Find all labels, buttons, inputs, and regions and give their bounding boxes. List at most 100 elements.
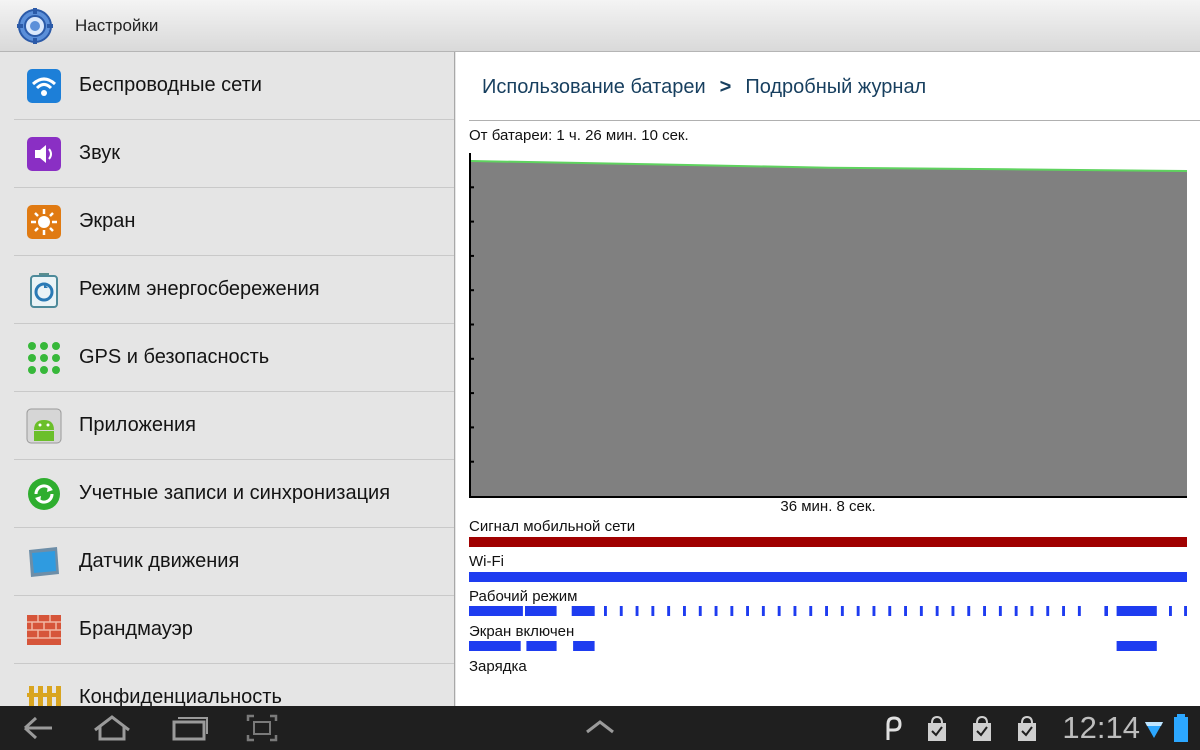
- sidebar-item-applications[interactable]: Приложения: [14, 392, 454, 460]
- track-segment: [777, 606, 781, 616]
- track-segment: [983, 606, 986, 616]
- track-segment: [525, 606, 557, 616]
- track-segment: [761, 606, 765, 616]
- breadcrumb-separator: >: [719, 76, 732, 98]
- title-bar: Настройки: [0, 0, 1200, 52]
- track-segment: [840, 606, 844, 616]
- sidebar-item-label: Брандмауэр: [79, 618, 193, 640]
- track-segment: [904, 606, 907, 616]
- track-segment: [809, 606, 813, 616]
- track-segment: [919, 606, 923, 616]
- track-segment: [469, 572, 1187, 582]
- sidebar-item-accounts-sync[interactable]: Учетные записи и синхронизация: [14, 460, 454, 528]
- track-segment: [1046, 606, 1050, 616]
- breadcrumb-current: Подробный журнал: [745, 76, 927, 98]
- sidebar-item-label: Конфиденциальность: [79, 686, 282, 706]
- battery-level-chart: [470, 160, 1188, 496]
- settings-gear-icon[interactable]: [17, 8, 53, 44]
- track-segment: [698, 606, 702, 616]
- track-segment: [1104, 606, 1108, 616]
- shopping-bag-icon[interactable]: [970, 712, 994, 744]
- battery-detail-pane: Использование батареи > Подробный журнал О…: [456, 52, 1200, 706]
- track-segment: [573, 641, 595, 651]
- track-segment: [469, 537, 1187, 547]
- speaker-icon: [27, 137, 61, 171]
- breadcrumb-parent[interactable]: Использование батареи: [482, 76, 706, 98]
- recent-apps-icon[interactable]: [170, 712, 210, 744]
- motion-sensor-icon: [29, 547, 59, 577]
- fence-icon: [27, 686, 61, 706]
- sidebar-item-label: Учетные записи и синхронизация: [79, 482, 391, 504]
- track-segment: [872, 606, 876, 616]
- sidebar-item-power-saving[interactable]: Режим энергосбережения: [14, 256, 454, 324]
- sidebar-item-firewall[interactable]: Брандмауэр: [14, 596, 454, 664]
- signal-track: [469, 537, 1187, 547]
- track-segment: [469, 641, 521, 651]
- sync-icon: [28, 478, 60, 510]
- track-segment: [1169, 606, 1172, 616]
- track-label-awake: Рабочий режим: [469, 588, 578, 605]
- track-segment: [651, 606, 655, 616]
- breadcrumb-divider: [469, 120, 1200, 121]
- track-segment: [469, 606, 523, 616]
- sidebar-item-label: Беспроводные сети: [79, 74, 262, 96]
- status-clock[interactable]: 12:14: [1062, 710, 1140, 746]
- battery-level-area: [471, 161, 1187, 496]
- screenshot-icon[interactable]: [245, 712, 279, 744]
- carrier-icon[interactable]: [882, 712, 902, 744]
- track-segment: [998, 606, 1002, 616]
- sidebar-item-label: Режим энергосбережения: [79, 278, 320, 300]
- track-segment: [825, 606, 828, 616]
- shopping-bag-icon[interactable]: [1015, 712, 1039, 744]
- back-icon[interactable]: [22, 712, 56, 744]
- sidebar-item-wireless[interactable]: Беспроводные сети: [14, 52, 454, 120]
- track-segment: [730, 606, 734, 616]
- track-segment: [571, 606, 595, 616]
- track-segment: [635, 606, 639, 616]
- track-segment: [888, 606, 892, 616]
- sidebar-item-motion-sensor[interactable]: Датчик движения: [14, 528, 454, 596]
- track-label-wifi: Wi-Fi: [469, 553, 504, 570]
- track-segment: [935, 606, 939, 616]
- track-segment: [1184, 606, 1187, 616]
- gps-security-icon: [28, 342, 60, 374]
- charging-track: [469, 675, 1187, 687]
- home-icon[interactable]: [92, 712, 132, 744]
- breadcrumb: Использование батареи > Подробный журнал: [482, 76, 926, 99]
- track-segment: [967, 606, 971, 616]
- sidebar-item-label: Приложения: [79, 414, 197, 436]
- track-segment: [1030, 606, 1034, 616]
- graph-time-caption: 36 мин. 8 сек.: [780, 498, 876, 515]
- track-segment: [714, 606, 718, 616]
- battery-icon[interactable]: [1170, 712, 1192, 744]
- battery-graph: [469, 153, 1188, 498]
- sidebar-item-gps-security[interactable]: GPS и безопасность: [14, 324, 454, 392]
- track-segment: [793, 606, 797, 616]
- screen-on-track: [469, 641, 1157, 651]
- track-label-signal: Сигнал мобильной сети: [469, 518, 636, 535]
- sidebar-item-privacy[interactable]: Конфиденциальность: [14, 664, 454, 706]
- track-segment: [1062, 606, 1065, 616]
- wifi-icon: [27, 69, 61, 103]
- settings-sidebar: Беспроводные сети Звук Экран Режим энерг…: [0, 52, 455, 706]
- battery-time-label: От батареи: 1 ч. 26 мин. 10 сек.: [469, 127, 689, 144]
- shopping-bag-icon[interactable]: [925, 712, 949, 744]
- track-segment: [1014, 606, 1018, 616]
- track-segment: [667, 606, 671, 616]
- chevron-up-icon[interactable]: [584, 712, 616, 744]
- track-segment: [1116, 606, 1157, 616]
- android-icon: [26, 408, 62, 444]
- track-label-screen-on: Экран включен: [469, 623, 575, 640]
- track-label-charging: Зарядка: [469, 658, 527, 675]
- sidebar-item-display[interactable]: Экран: [14, 188, 454, 256]
- track-segment: [604, 606, 607, 616]
- track-segment: [683, 606, 686, 616]
- sidebar-item-label: Звук: [79, 142, 121, 164]
- sidebar-item-label: GPS и безопасность: [79, 346, 270, 368]
- power-saving-icon: [30, 273, 58, 308]
- brightness-icon: [27, 205, 61, 239]
- system-bar: 12:14: [0, 706, 1200, 750]
- track-segment: [746, 606, 749, 616]
- wifi-signal-icon[interactable]: [1144, 712, 1164, 744]
- sidebar-item-sound[interactable]: Звук: [14, 120, 454, 188]
